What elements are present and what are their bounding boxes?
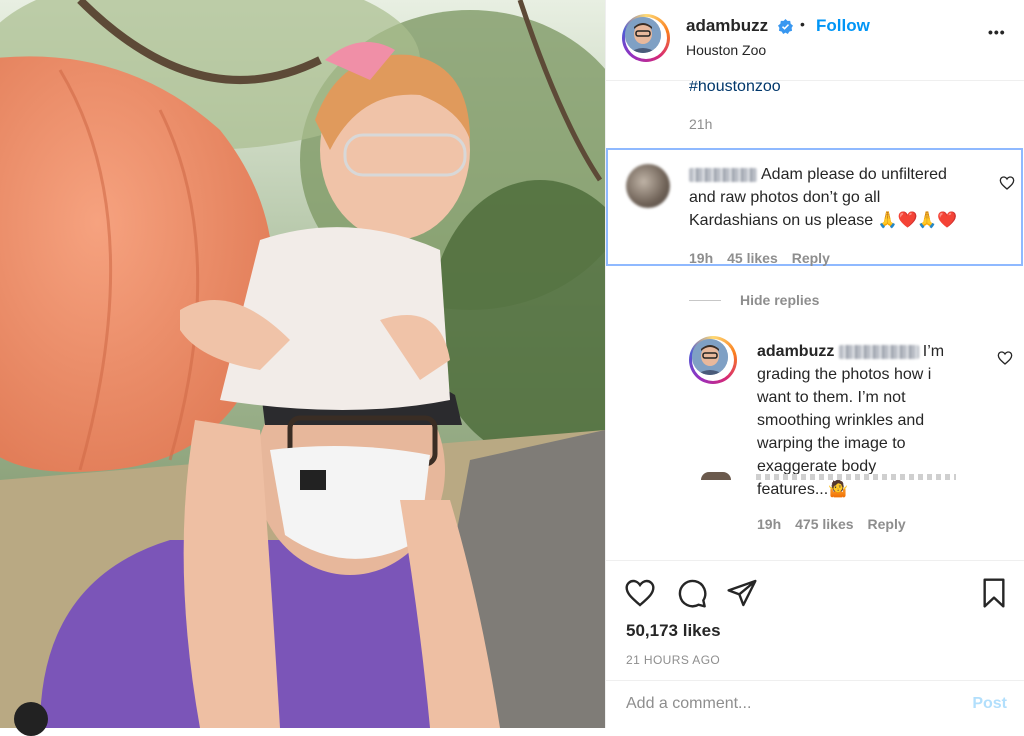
- reply-author-avatar[interactable]: [689, 336, 737, 384]
- post-actions: 50,173 likes 21 HOURS AGO: [606, 560, 1024, 681]
- commenter-avatar[interactable]: [626, 164, 670, 208]
- post-timestamp[interactable]: 21 HOURS AGO: [626, 653, 720, 667]
- comment-reply-button[interactable]: Reply: [792, 250, 830, 266]
- comment-time[interactable]: 19h: [689, 250, 713, 266]
- reply-reply-button[interactable]: Reply: [868, 516, 906, 532]
- comment-text: Adam please do unfiltered and raw photos…: [689, 163, 989, 232]
- comment-like-heart-icon[interactable]: [999, 175, 1015, 191]
- user-tag-icon[interactable]: [14, 702, 48, 736]
- send-icon[interactable]: [726, 577, 758, 609]
- reply-line: features...🤷: [757, 481, 849, 498]
- comment-line: Adam please do unfiltered: [761, 166, 947, 183]
- likes-count[interactable]: 50,173 likes: [626, 621, 721, 641]
- caption-time[interactable]: 21h: [689, 116, 712, 132]
- reply-line: smoothing wrinkles and: [757, 412, 925, 429]
- bookmark-icon[interactable]: [978, 577, 1010, 609]
- reply-username[interactable]: adambuzz: [757, 343, 834, 360]
- reply-time[interactable]: 19h: [757, 516, 781, 532]
- post-sidebar: adambuzz • Follow Houston Zoo ••• #houst…: [605, 0, 1024, 729]
- mentioned-username-blurred[interactable]: [838, 344, 919, 359]
- add-comment-bar: Post: [606, 680, 1024, 729]
- post-photo[interactable]: [0, 0, 605, 728]
- avatar-portrait-icon: [692, 339, 728, 375]
- next-comment-avatar-partial: [701, 472, 731, 480]
- reply-likes[interactable]: 475 likes: [795, 516, 853, 532]
- replies-divider: [689, 300, 721, 301]
- reply-like-heart-icon[interactable]: [997, 350, 1013, 366]
- post-comment-button[interactable]: Post: [972, 695, 1007, 713]
- follow-button[interactable]: Follow: [816, 16, 870, 36]
- comment-icon[interactable]: [676, 577, 708, 609]
- highlighted-comment: Adam please do unfiltered and raw photos…: [606, 148, 1023, 266]
- more-options-icon[interactable]: •••: [988, 24, 1006, 40]
- author-username[interactable]: adambuzz: [686, 16, 768, 36]
- comment-line: and raw photos don’t go all: [689, 189, 881, 206]
- comment-meta: 19h 45 likes Reply: [689, 250, 844, 266]
- header-separator: •: [800, 16, 805, 32]
- verified-badge-icon: [778, 19, 793, 34]
- commenter-username-blurred[interactable]: [689, 167, 757, 182]
- post-location[interactable]: Houston Zoo: [686, 42, 766, 58]
- next-comment-text-partial: [756, 474, 956, 480]
- reply-meta: 19h 475 likes Reply: [757, 516, 920, 532]
- reply-line: grading the photos how i: [757, 366, 932, 383]
- comment-likes[interactable]: 45 likes: [727, 250, 778, 266]
- add-comment-input[interactable]: [626, 695, 946, 713]
- reply-line: want to them. I’m not: [757, 389, 906, 406]
- post-header: adambuzz • Follow Houston Zoo •••: [606, 0, 1024, 81]
- author-avatar[interactable]: [622, 14, 670, 62]
- reply-line: warping the image to: [757, 435, 906, 452]
- comment-line: Kardashians on us please 🙏❤️🙏❤️: [689, 212, 958, 229]
- reply-line: I’m: [922, 343, 945, 360]
- caption-hashtag[interactable]: #houstonzoo: [689, 80, 781, 96]
- heart-icon[interactable]: [624, 577, 656, 609]
- photo-illustration: [0, 0, 605, 728]
- hide-replies-button[interactable]: Hide replies: [740, 292, 819, 308]
- avatar-portrait-icon: [625, 17, 661, 53]
